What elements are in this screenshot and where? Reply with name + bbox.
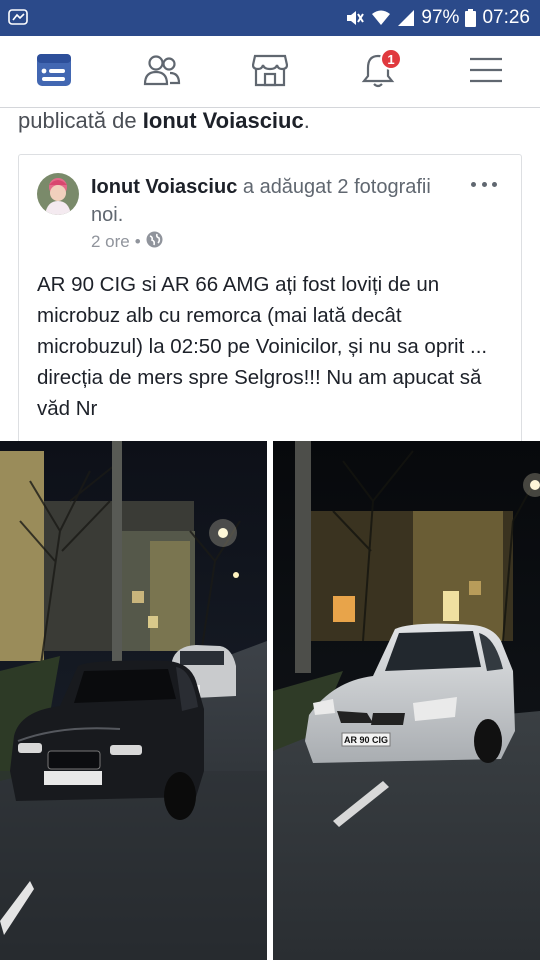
clock: 07:26	[482, 7, 530, 28]
shared-by-line: publicată de Ionut Voiasciuc.	[18, 108, 310, 134]
globe-icon	[146, 231, 163, 253]
car-license-plate: AR 90 CIG	[344, 735, 388, 745]
tab-marketplace[interactable]	[235, 36, 305, 108]
post-photo-2[interactable]: AR 90 CIG	[273, 441, 540, 960]
post-header: Ionut Voiasciuc a adăugat 2 fotografii n…	[91, 173, 451, 229]
mute-icon	[345, 9, 365, 27]
post-text: AR 90 CIG si AR 66 AMG ați fost loviți d…	[37, 273, 488, 420]
wifi-icon	[371, 9, 391, 27]
signal-icon	[397, 9, 415, 27]
shared-by-author[interactable]: Ionut Voiasciuc	[143, 108, 304, 133]
tab-menu[interactable]	[451, 36, 521, 108]
post-card: Ionut Voiasciuc a adăugat 2 fotografii n…	[18, 154, 522, 444]
news-feed: publicată de Ionut Voiasciuc. Ionut Voia…	[0, 108, 540, 960]
meta-separator: •	[134, 232, 141, 251]
battery-icon	[465, 9, 477, 27]
battery-percent: 97%	[421, 7, 460, 28]
post-meta: 2 ore •	[91, 231, 163, 253]
tab-notifications[interactable]: 1	[343, 36, 413, 108]
more-dots-icon	[471, 181, 497, 187]
tab-news-feed[interactable]	[19, 36, 89, 108]
post-options-button[interactable]	[471, 179, 497, 189]
shared-by-suffix: .	[303, 108, 310, 133]
status-bar: 97% 07:26	[0, 0, 540, 36]
avatar[interactable]	[37, 173, 79, 215]
shared-by-prefix: publicată de	[18, 108, 143, 133]
notification-badge: 1	[380, 48, 402, 70]
news-feed-icon	[36, 53, 72, 92]
top-navigation: 1	[0, 36, 540, 108]
friends-icon	[143, 53, 181, 92]
tab-friends[interactable]	[127, 36, 197, 108]
post-photo-1[interactable]	[0, 441, 267, 960]
post-author[interactable]: Ionut Voiasciuc	[91, 176, 237, 198]
marketplace-icon	[251, 53, 289, 92]
messenger-notification-icon	[8, 8, 30, 28]
hamburger-menu-icon	[469, 56, 503, 89]
post-time[interactable]: 2 ore	[91, 232, 130, 252]
